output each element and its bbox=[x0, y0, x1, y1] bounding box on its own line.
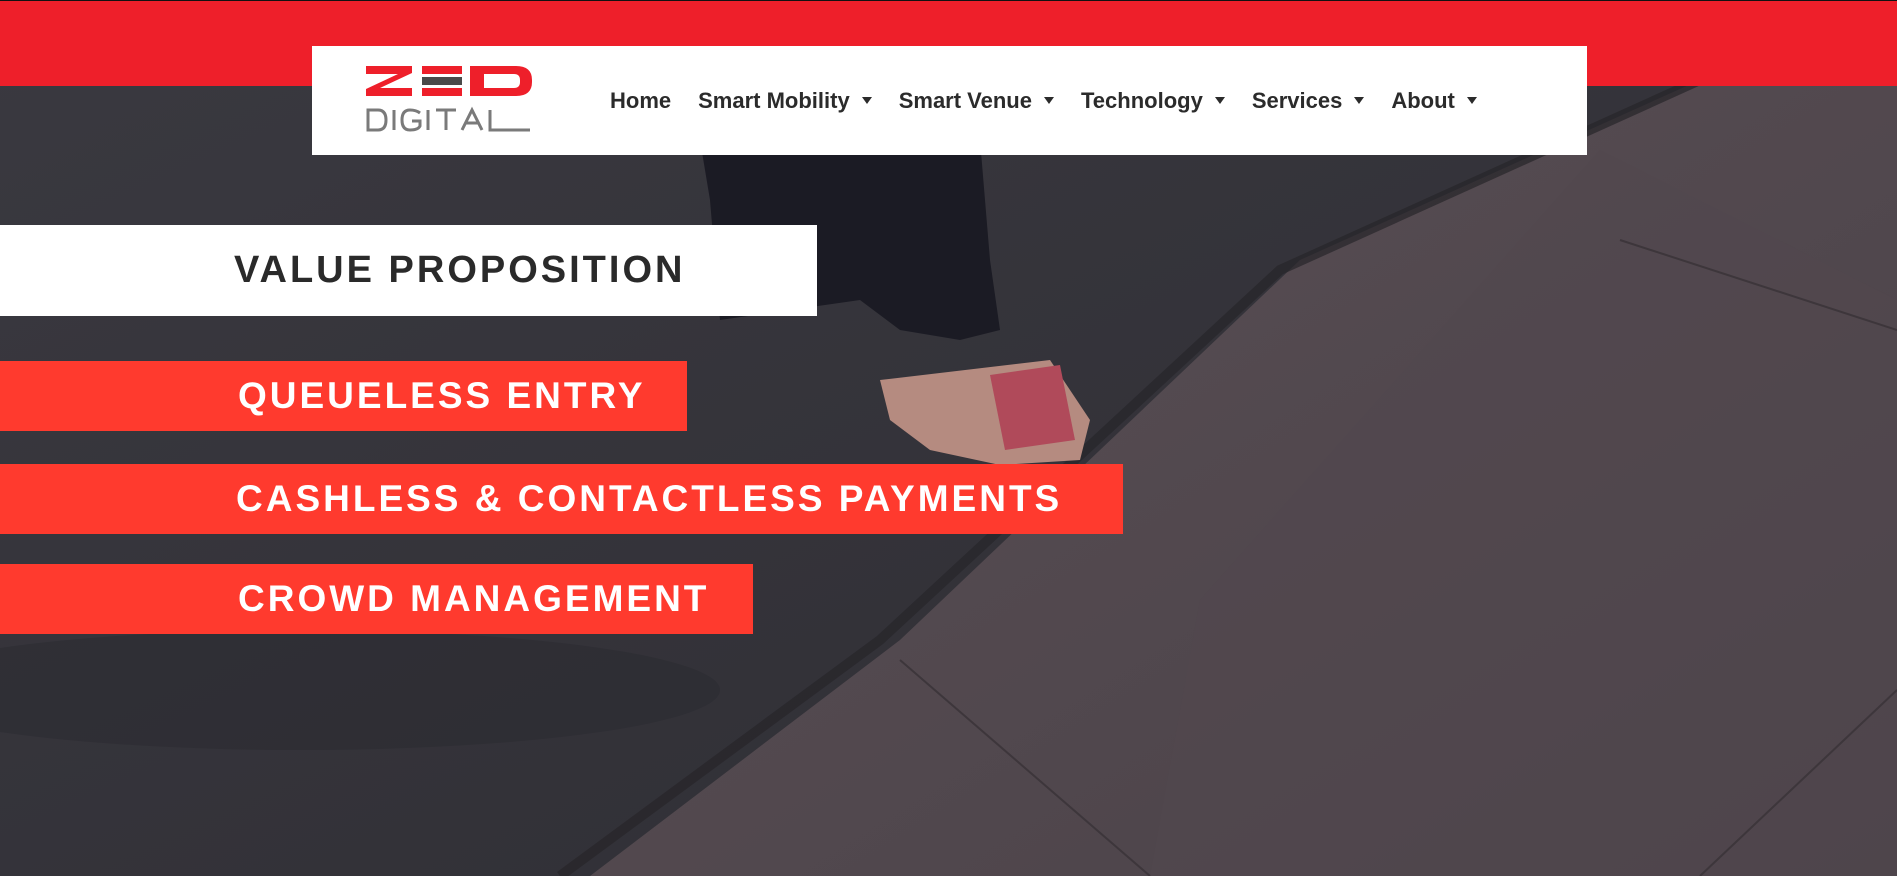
nav-item-label: About bbox=[1391, 87, 1455, 113]
main-navbar: Home Smart Mobility Smart Venue Technolo… bbox=[312, 46, 1587, 155]
value-point-crowd-management: CROWD MANAGEMENT bbox=[0, 564, 753, 634]
nav-item-smart-venue[interactable]: Smart Venue bbox=[899, 88, 1054, 114]
nav-item-label: Services bbox=[1251, 87, 1343, 113]
nav-item-label: Smart Venue bbox=[898, 87, 1032, 113]
nav-item-label: Home bbox=[610, 87, 672, 113]
dropdown-caret-icon bbox=[1466, 97, 1477, 104]
nav-item-smart-mobility[interactable]: Smart Mobility bbox=[698, 88, 872, 114]
value-point-queueless-entry: QUEUELESS ENTRY bbox=[0, 361, 687, 431]
dropdown-caret-icon bbox=[1043, 97, 1054, 104]
nav-item-label: Smart Mobility bbox=[698, 87, 850, 113]
value-proposition-heading: VALUE PROPOSITION bbox=[0, 225, 817, 316]
nav-item-technology[interactable]: Technology bbox=[1081, 88, 1225, 114]
value-point-cashless-payments: CASHLESS & CONTACTLESS PAYMENTS bbox=[0, 464, 1123, 534]
dropdown-caret-icon bbox=[1214, 97, 1225, 104]
page: Home Smart Mobility Smart Venue Technolo… bbox=[0, 0, 1897, 876]
nav-item-label: Technology bbox=[1080, 87, 1203, 113]
zed-digital-logo[interactable] bbox=[366, 66, 532, 136]
nav-item-home[interactable]: Home bbox=[610, 88, 671, 114]
dropdown-caret-icon bbox=[861, 97, 872, 104]
nav-menu: Home Smart Mobility Smart Venue Technolo… bbox=[610, 46, 1504, 155]
nav-item-services[interactable]: Services bbox=[1252, 88, 1365, 114]
dropdown-caret-icon bbox=[1354, 97, 1365, 104]
nav-item-about[interactable]: About bbox=[1391, 88, 1477, 114]
